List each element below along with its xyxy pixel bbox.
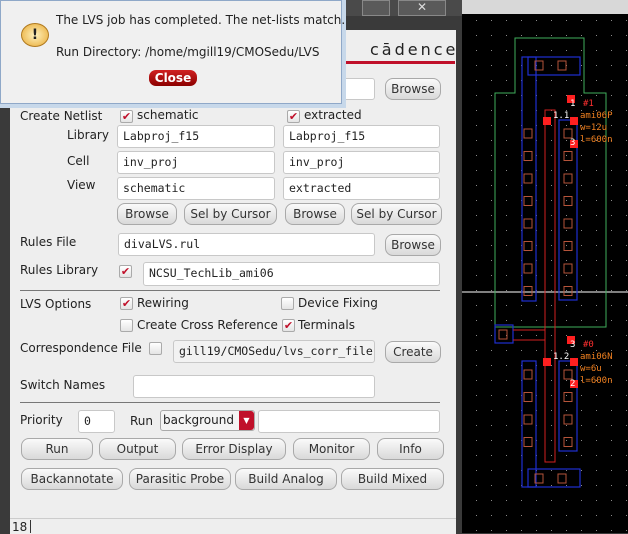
switch-names-field[interactable]	[133, 375, 375, 398]
extracted-browse-button[interactable]: Browse	[285, 203, 345, 225]
schematic-checkbox[interactable]: ✔	[120, 110, 133, 123]
nmos-width: w=6u	[580, 364, 602, 374]
pmos-instance: 1.1	[553, 111, 569, 121]
error-display-button[interactable]: Error Display	[182, 438, 286, 460]
chevron-down-icon: ▼	[239, 411, 254, 430]
rules-library-checkbox[interactable]: ✔	[119, 265, 132, 278]
device-fixing-label: Device Fixing	[298, 296, 378, 310]
priority-field[interactable]: 0	[78, 410, 115, 433]
nmos-pin: #0	[583, 340, 594, 350]
monitor-button[interactable]: Monitor	[293, 438, 370, 460]
extracted-library-field[interactable]: Labproj_f15	[283, 125, 440, 148]
close-button[interactable]: Close	[149, 70, 197, 86]
status-bar: 18	[10, 518, 456, 534]
layout-top-strip	[462, 0, 628, 14]
backannotate-button[interactable]: Backannotate	[21, 468, 123, 490]
switch-names-label: Switch Names	[20, 378, 106, 392]
extracted-label: extracted	[304, 108, 362, 122]
parasitic-probe-button[interactable]: Parasitic Probe	[129, 468, 231, 490]
nmos-length: l=600n	[580, 376, 613, 386]
rules-file-label: Rules File	[20, 235, 77, 249]
create-button[interactable]: Create	[385, 341, 441, 363]
nmos-terminal-1: 3	[570, 340, 575, 350]
nmos-terminal-2: 2	[570, 379, 575, 389]
schematic-library-field[interactable]: Labproj_f15	[117, 125, 275, 148]
brand-bar	[340, 61, 455, 64]
layout-canvas[interactable]: #1 ami06P w=12u l=600n 1 3 1.1 #0 ami06N…	[462, 14, 628, 533]
device-fixing-checkbox[interactable]	[281, 297, 294, 310]
run-extra-field[interactable]	[258, 410, 440, 433]
info-button[interactable]: Info	[377, 438, 444, 460]
correspondence-checkbox[interactable]	[149, 342, 162, 355]
cadence-logo: cādence	[370, 40, 459, 59]
schematic-browse-button[interactable]: Browse	[117, 203, 177, 225]
warning-speech-bubble-icon: !	[21, 23, 49, 47]
correspondence-field[interactable]: gill19/CMOSedu/lvs_corr_file	[173, 340, 375, 363]
extracted-view-field[interactable]: extracted	[283, 177, 440, 200]
nmos-model: ami06N	[580, 352, 613, 362]
pmos-width: w=12u	[580, 123, 607, 133]
build-analog-button[interactable]: Build Analog	[235, 468, 337, 490]
dialog-message: The LVS job has completed. The net-lists…	[56, 13, 346, 27]
correspondence-label: Correspondence File	[20, 341, 142, 355]
create-netlist-label: Create Netlist	[20, 109, 103, 123]
schematic-cell-field[interactable]: inv_proj	[117, 151, 275, 174]
pmos-pin: #1	[583, 99, 594, 109]
cross-reference-checkbox[interactable]	[120, 319, 133, 332]
pmos-model: ami06P	[580, 111, 613, 121]
rewiring-checkbox[interactable]: ✔	[120, 297, 133, 310]
build-mixed-button[interactable]: Build Mixed	[341, 468, 444, 490]
top-browse-button[interactable]: Browse	[385, 78, 441, 100]
extracted-cell-field[interactable]: inv_proj	[283, 151, 440, 174]
lvs-complete-dialog: ! The LVS job has completed. The net-lis…	[0, 0, 346, 104]
run-mode-select[interactable]: background ▼	[160, 410, 255, 431]
pmos-terminal-1: 1	[570, 99, 575, 109]
nmos-instance: 1.2	[553, 352, 569, 362]
run-label: Run	[130, 414, 154, 428]
terminals-label: Terminals	[298, 318, 355, 332]
extracted-sel-by-cursor-button[interactable]: Sel by Cursor	[351, 203, 442, 225]
cell-label: Cell	[67, 154, 90, 168]
rules-file-field[interactable]: divaLVS.rul	[118, 233, 375, 256]
terminals-checkbox[interactable]: ✔	[282, 319, 295, 332]
pmos-terminal-2: 3	[570, 138, 575, 148]
pmos-length: l=600n	[580, 135, 613, 145]
run-directory: Run Directory: /home/mgill19/CMOSedu/LVS	[56, 45, 320, 59]
rules-library-label: Rules Library	[20, 263, 99, 277]
output-button[interactable]: Output	[99, 438, 176, 460]
text-cursor	[30, 520, 31, 533]
maximize-button[interactable]	[362, 0, 390, 16]
extracted-checkbox[interactable]: ✔	[287, 110, 300, 123]
cross-reference-label: Create Cross Reference	[137, 318, 278, 332]
run-mode-value: background	[163, 413, 234, 427]
run-button[interactable]: Run	[21, 438, 93, 460]
schematic-view-field[interactable]: schematic	[117, 177, 275, 200]
schematic-label: schematic	[137, 108, 199, 122]
lvs-options-label: LVS Options	[20, 297, 92, 311]
rules-library-field[interactable]: NCSU_TechLib_ami06	[143, 262, 440, 286]
rules-file-browse-button[interactable]: Browse	[385, 234, 441, 256]
priority-label: Priority	[20, 413, 63, 427]
schematic-sel-by-cursor-button[interactable]: Sel by Cursor	[184, 203, 277, 225]
divider	[20, 402, 440, 403]
view-label: View	[67, 178, 96, 192]
library-label: Library	[67, 128, 109, 142]
divider	[20, 290, 440, 291]
close-window-button[interactable]: ✕	[398, 0, 446, 16]
rewiring-label: Rewiring	[137, 296, 189, 310]
status-line-number: 18	[12, 520, 28, 534]
